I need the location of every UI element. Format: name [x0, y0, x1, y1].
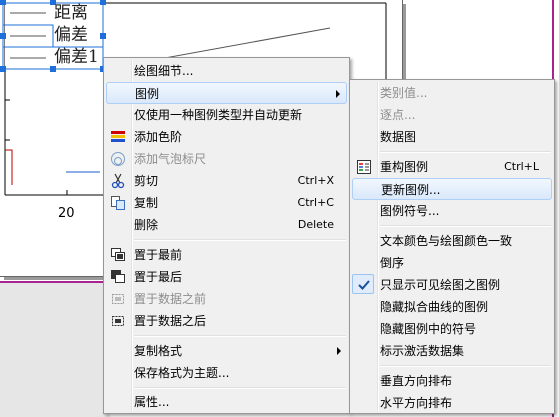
submenu-item-point-by-point[interactable]: 逐点... [352, 104, 552, 126]
submenu-item-update-legend[interactable]: 更新图例... [352, 178, 552, 200]
menu-item-properties[interactable]: 属性... [106, 391, 347, 413]
menu-item-legend[interactable]: 图例 [106, 82, 347, 104]
scissors-icon [111, 173, 125, 189]
submenu-arrow-icon [336, 90, 340, 98]
behind-data-icon [112, 316, 124, 326]
menu-item-send-to-back[interactable]: 置于最后 [106, 266, 347, 288]
menu-item-copy[interactable]: 复制 Ctrl+C [106, 192, 347, 214]
in-front-of-data-icon [112, 294, 124, 304]
menu-item-delete[interactable]: 删除 Delete [106, 214, 347, 236]
menu-item-in-front-of-data[interactable]: 置于数据之前 [106, 288, 347, 310]
submenu-item-data-plot[interactable]: 数据图 [352, 126, 552, 148]
menu-item-bring-to-front[interactable]: 置于最前 [106, 244, 347, 266]
legend-entry-deviation[interactable]: 偏差 [54, 27, 88, 44]
submenu-item-category-values[interactable]: 类别值... [352, 82, 552, 104]
menu-separator [380, 365, 551, 367]
bubble-scale-icon [111, 152, 125, 166]
send-to-back-icon [111, 270, 125, 283]
submenu-item-visible-plots-only[interactable]: 只显示可见绘图之图例 [352, 274, 552, 296]
legend-entry-deviation1[interactable]: 偏差1 [54, 49, 99, 66]
menu-item-add-color-scale[interactable]: 添加色阶 [106, 126, 347, 148]
menu-item-copy-format[interactable]: 复制格式 [106, 340, 347, 362]
check-icon [358, 280, 370, 290]
bring-to-front-icon [111, 248, 125, 261]
menu-separator [134, 387, 346, 389]
submenu-item-arrange-vertical[interactable]: 垂直方向排布 [352, 370, 552, 392]
data-curve-deviation1 [5, 149, 13, 185]
menu-item-cut[interactable]: 剪切 Ctrl+X [106, 170, 347, 192]
submenu-item-reconstruct-legend[interactable]: 重构图例 Ctrl+L [352, 156, 552, 178]
submenu-item-reverse-order[interactable]: 倒序 [352, 252, 552, 274]
menu-separator [380, 151, 551, 153]
menu-item-save-format-as-theme[interactable]: 保存格式为主题... [106, 362, 347, 384]
submenu-item-hide-legend-symbols[interactable]: 隐藏图例中的符号 [352, 318, 552, 340]
submenu-item-text-color-match[interactable]: 文本颜色与绘图颜色一致 [352, 230, 552, 252]
context-menu: 绘图细节... 图例 仅使用一种图例类型并自动更新 添加色阶 添加气泡标尺 剪切… [103, 57, 350, 414]
menu-item-single-legend-type[interactable]: 仅使用一种图例类型并自动更新 [106, 104, 347, 126]
copy-icon [111, 196, 125, 210]
menu-item-plot-details[interactable]: 绘图细节... [106, 60, 347, 82]
menu-separator [134, 239, 346, 241]
color-scale-icon [111, 131, 125, 142]
menu-separator [380, 225, 551, 227]
menu-separator [134, 335, 346, 337]
reconstruct-legend-icon [357, 160, 371, 174]
legend-submenu: 类别值... 逐点... 数据图 重构图例 Ctrl+L 更新图例... 图例符… [349, 79, 555, 414]
submenu-arrow-icon [337, 347, 341, 355]
submenu-item-hide-fit-curve-legend[interactable]: 隐藏拟合曲线的图例 [352, 296, 552, 318]
submenu-item-mark-active-dataset[interactable]: 标示激活数据集 [352, 340, 552, 362]
menu-item-behind-data[interactable]: 置于数据之后 [106, 310, 347, 332]
menu-item-add-bubble-scale[interactable]: 添加气泡标尺 [106, 148, 347, 170]
submenu-item-legend-symbols[interactable]: 图例符号... [352, 200, 552, 222]
x-tick-label: 20 [58, 206, 75, 221]
legend-entry-distance[interactable]: 距离 [54, 5, 88, 22]
submenu-item-arrange-horizontal[interactable]: 水平方向排布 [352, 392, 552, 414]
